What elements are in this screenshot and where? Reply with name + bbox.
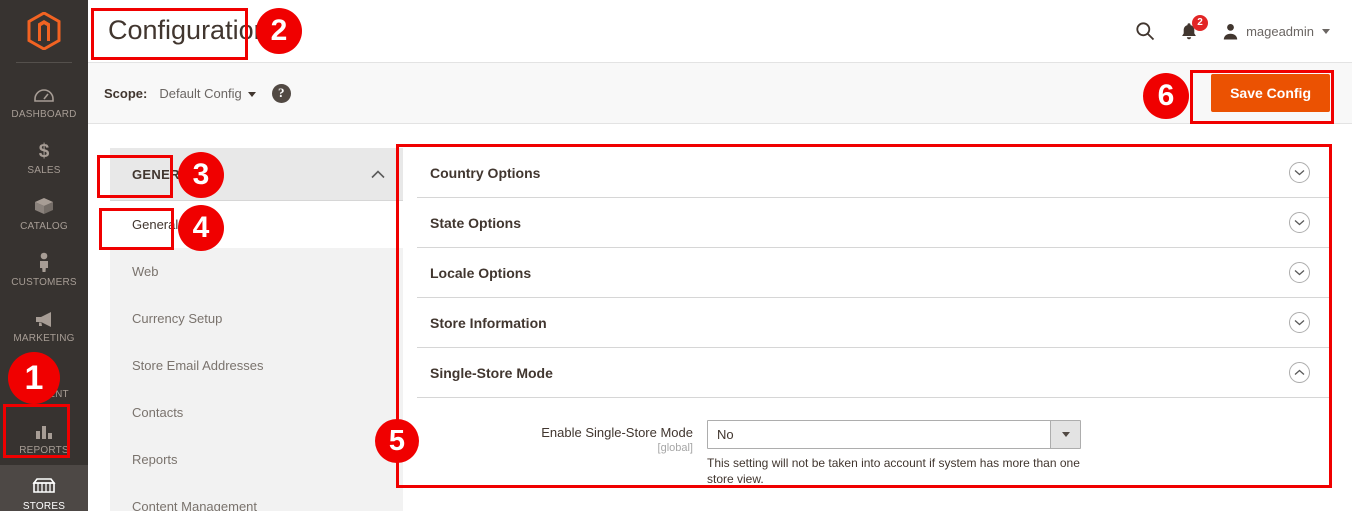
config-section-state-options[interactable]: State Options <box>417 198 1330 248</box>
field-scope-label: [global] <box>657 442 693 455</box>
config-nav-item-general[interactable]: General <box>110 201 403 248</box>
config-section-title: State Options <box>430 214 522 231</box>
sidebar-item-sales[interactable]: $ SALES <box>0 129 88 185</box>
sidebar-item-label: SALES <box>27 165 61 176</box>
select-selected-value: No <box>717 427 734 442</box>
magento-logo[interactable] <box>0 0 88 62</box>
header-actions: 2 mageadmin <box>1134 15 1330 42</box>
sidebar-item-label: DASHBOARD <box>11 109 77 120</box>
config-nav-panel: GENERAL General Web Currency Setup Store… <box>110 148 403 511</box>
sidebar-item-label: CATALOG <box>20 221 68 232</box>
dashboard-gauge-icon <box>31 82 57 104</box>
config-nav-item-currency-setup[interactable]: Currency Setup <box>110 295 403 342</box>
notification-count-badge: 2 <box>1192 15 1209 31</box>
sidebar-item-customers[interactable]: CUSTOMERS <box>0 241 88 297</box>
scope-help-icon[interactable]: ? <box>271 83 291 103</box>
megaphone-icon <box>31 306 57 328</box>
magento-admin-page: DASHBOARD $ SALES CATALOG CUSTOMERS MARK… <box>0 0 1352 511</box>
config-nav-item-web[interactable]: Web <box>110 248 403 295</box>
sidebar-item-stores[interactable]: STORES <box>0 465 88 511</box>
sidebar-item-label: CONTENT <box>19 389 69 400</box>
sidebar-item-reports[interactable]: REPORTS <box>0 409 88 465</box>
notifications-button[interactable]: 2 <box>1178 15 1209 42</box>
sidebar-item-label: CUSTOMERS <box>11 277 77 288</box>
chevron-down-icon <box>1322 28 1330 34</box>
scope-selected-value: Default Config <box>159 85 242 101</box>
person-icon <box>31 250 57 272</box>
config-section-country-options[interactable]: Country Options <box>417 148 1330 198</box>
sidebar-item-label: MARKETING <box>13 333 75 344</box>
chevron-down-icon <box>247 91 256 97</box>
admin-sidebar: DASHBOARD $ SALES CATALOG CUSTOMERS MARK… <box>0 0 88 511</box>
caret-glyph <box>1061 432 1070 437</box>
config-content-panel: Country Options State Options Locale Opt… <box>417 148 1330 501</box>
main-column: Configuration 2 mageadmin Scope: Default… <box>88 0 1352 511</box>
chart-bar-icon <box>31 418 57 440</box>
config-nav-item-reports[interactable]: Reports <box>110 436 403 483</box>
scope-bar: Scope: Default Config ? Save Config <box>88 62 1352 124</box>
magento-logo-icon <box>27 12 61 50</box>
config-nav-items: General Web Currency Setup Store Email A… <box>110 201 403 511</box>
config-section-title: Country Options <box>430 164 541 181</box>
sidebar-item-dashboard[interactable]: DASHBOARD <box>0 73 88 129</box>
sidebar-item-label: REPORTS <box>19 445 69 456</box>
page-title: Configuration <box>108 14 269 45</box>
config-section-title: Single-Store Mode <box>430 364 553 381</box>
field-label-wrapper: Enable Single-Store Mode [global] <box>417 420 707 454</box>
config-nav-section-label: GENERAL <box>132 166 198 182</box>
page-header: Configuration 2 mageadmin <box>88 0 1352 62</box>
storefront-icon <box>31 474 57 496</box>
config-section-locale-options[interactable]: Locale Options <box>417 248 1330 298</box>
enable-single-store-mode-label: Enable Single-Store Mode <box>541 425 693 440</box>
chevron-down-icon[interactable] <box>1289 262 1310 283</box>
admin-user-name: mageadmin <box>1246 23 1314 39</box>
config-section-single-store-mode[interactable]: Single-Store Mode <box>417 348 1330 398</box>
chevron-down-icon[interactable] <box>1050 421 1080 448</box>
config-nav-item-label: Web <box>132 264 159 279</box>
config-nav-item-label: Store Email Addresses <box>132 358 264 373</box>
layout-panel-icon <box>31 362 57 384</box>
sidebar-item-label: STORES <box>22 501 66 511</box>
config-nav-item-label: Contacts <box>132 405 184 420</box>
chevron-down-icon[interactable] <box>1289 212 1310 233</box>
save-config-button[interactable]: Save Config <box>1211 74 1330 112</box>
search-icon <box>1136 22 1155 41</box>
config-section-store-information[interactable]: Store Information <box>417 298 1330 348</box>
config-nav-item-contacts[interactable]: Contacts <box>110 389 403 436</box>
chevron-up-icon <box>371 169 385 179</box>
enable-single-store-mode-field: Enable Single-Store Mode [global] No Thi… <box>417 420 1330 487</box>
dollar-sign-icon: $ <box>31 138 57 160</box>
sidebar-item-content[interactable]: CONTENT <box>0 353 88 409</box>
config-nav-item-label: Currency Setup <box>132 311 223 326</box>
admin-user-menu[interactable]: mageadmin <box>1222 23 1330 40</box>
config-nav-item-store-email-addresses[interactable]: Store Email Addresses <box>110 342 403 389</box>
scope-label: Scope: <box>104 85 148 101</box>
box-icon <box>31 194 57 216</box>
config-nav-item-label: Content Management <box>132 499 258 511</box>
enable-single-store-mode-select[interactable]: No <box>707 420 1081 449</box>
sidebar-item-marketing[interactable]: MARKETING <box>0 297 88 353</box>
search-button[interactable] <box>1134 20 1156 42</box>
chevron-down-icon[interactable] <box>1289 312 1310 333</box>
chevron-up-icon[interactable] <box>1289 362 1310 383</box>
enable-single-store-mode-note: This setting will not be taken into acco… <box>707 456 1080 486</box>
config-nav-section-general[interactable]: GENERAL <box>110 148 403 201</box>
field-control-wrapper: No This setting will not be taken into a… <box>707 420 1081 487</box>
config-nav-item-content-management[interactable]: Content Management <box>110 483 403 511</box>
config-body: GENERAL General Web Currency Setup Store… <box>88 124 1352 511</box>
single-store-mode-fields: Enable Single-Store Mode [global] No Thi… <box>417 398 1330 501</box>
sidebar-item-catalog[interactable]: CATALOG <box>0 185 88 241</box>
config-section-title: Store Information <box>430 314 547 331</box>
chevron-down-icon[interactable] <box>1289 162 1310 183</box>
scope-selector[interactable]: Default Config <box>159 85 256 101</box>
config-nav-item-label: General <box>132 217 179 232</box>
menu-divider <box>16 62 72 63</box>
user-avatar-icon <box>1223 23 1238 39</box>
config-section-title: Locale Options <box>430 264 532 281</box>
svg-text:$: $ <box>39 141 50 160</box>
config-nav-item-label: Reports <box>132 452 178 467</box>
